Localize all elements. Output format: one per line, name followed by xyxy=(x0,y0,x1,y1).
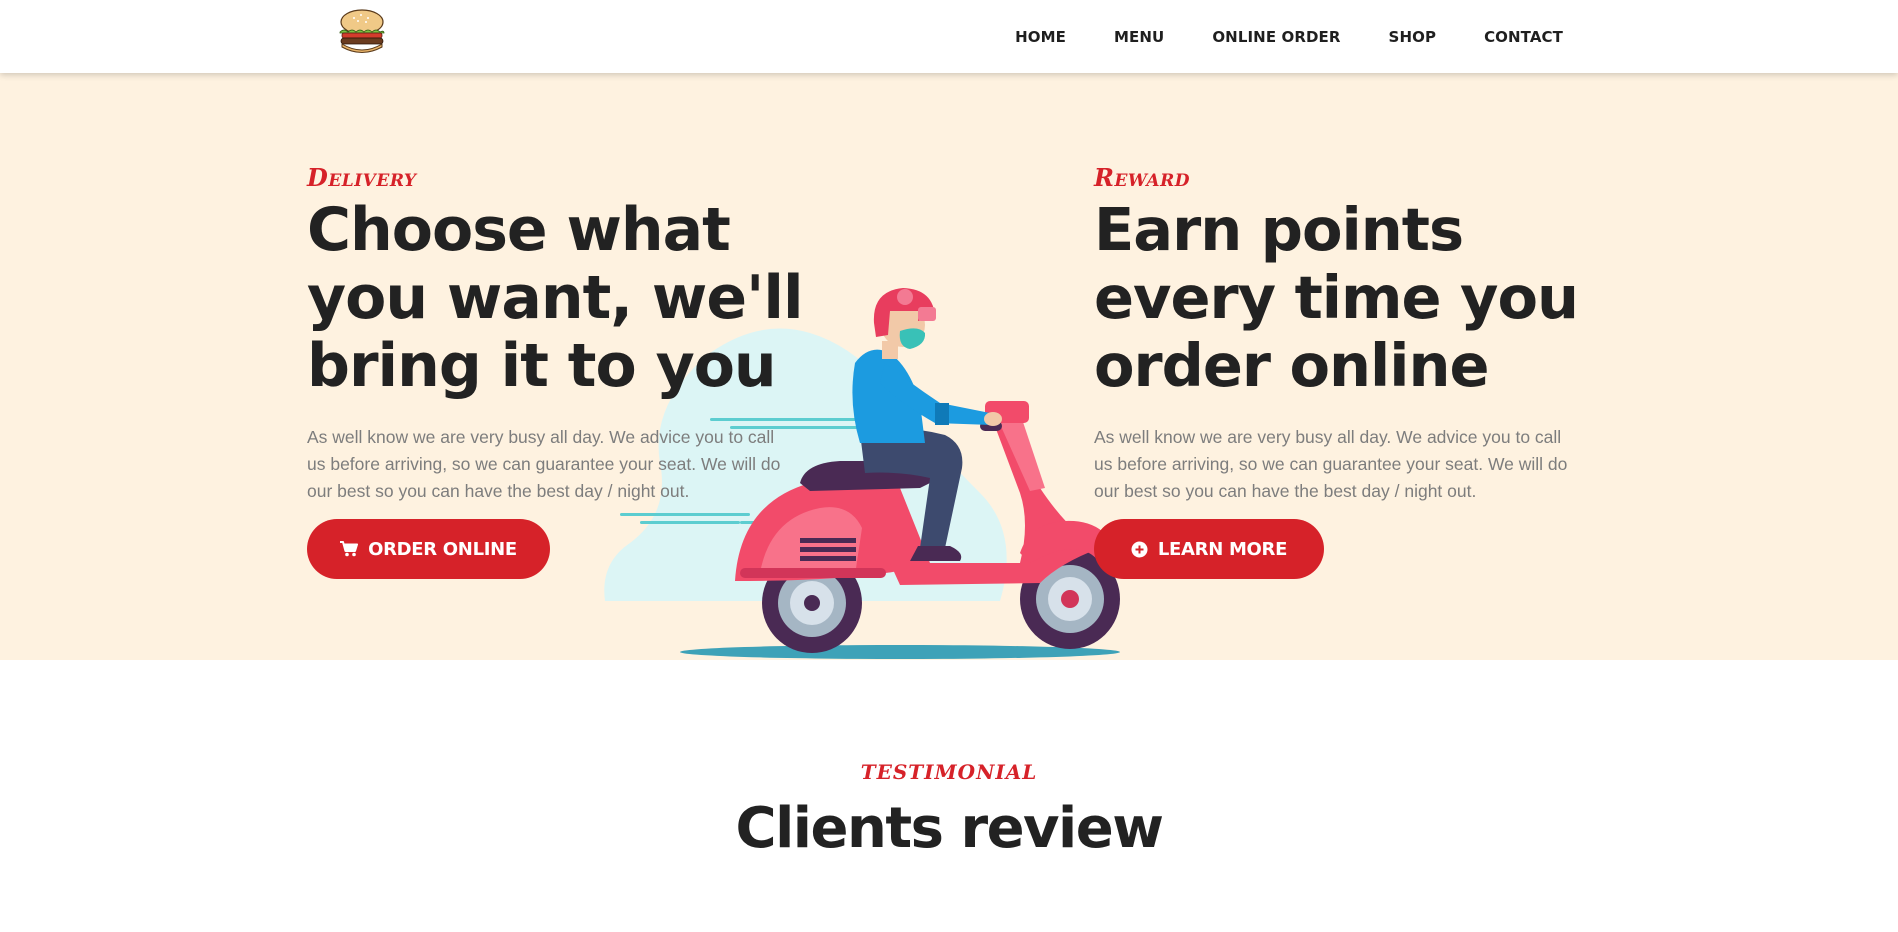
reward-headline-line2: every time you xyxy=(1094,263,1579,332)
reward-kicker: Reward xyxy=(1094,163,1190,192)
main-nav: HOME MENU ONLINE ORDER SHOP CONTACT xyxy=(1015,0,1563,73)
reward-headline-line1: Earn points xyxy=(1094,195,1464,264)
hero-section: Delivery Choose what you want, we'll bri… xyxy=(0,73,1898,660)
order-online-button[interactable]: ORDER ONLINE xyxy=(307,519,550,579)
reward-headline-line3: order online xyxy=(1094,331,1490,400)
delivery-column: Delivery Choose what you want, we'll bri… xyxy=(307,163,807,505)
learn-more-button[interactable]: LEARN MORE xyxy=(1094,519,1324,579)
reward-headline: Earn points every time you order online xyxy=(1094,196,1594,400)
plus-circle-icon xyxy=(1131,541,1148,557)
delivery-headline-line3: bring it to you xyxy=(307,331,777,401)
nav-shop[interactable]: SHOP xyxy=(1389,28,1437,46)
reward-column: Reward Earn points every time you order … xyxy=(1094,163,1594,505)
testimonial-title: Clients review xyxy=(735,796,1164,861)
testimonial-kicker: TESTIMONIAL xyxy=(860,760,1038,784)
nav-online-order[interactable]: ONLINE ORDER xyxy=(1212,28,1340,46)
burger-logo-icon[interactable] xyxy=(336,6,388,58)
nav-home[interactable]: HOME xyxy=(1015,28,1066,46)
delivery-headline-line1: Choose what xyxy=(307,195,731,265)
nav-menu[interactable]: MENU xyxy=(1114,28,1164,46)
order-online-label: ORDER ONLINE xyxy=(368,538,517,560)
reward-description: As well know we are very busy all day. W… xyxy=(1094,427,1568,501)
testimonial-section: TESTIMONIAL Clients review xyxy=(0,660,1898,932)
site-header: HOME MENU ONLINE ORDER SHOP CONTACT xyxy=(0,0,1898,73)
delivery-headline: Choose what you want, we'll bring it to … xyxy=(307,196,807,400)
delivery-description: As well know we are very busy all day. W… xyxy=(307,427,781,501)
cart-icon xyxy=(340,541,359,557)
delivery-kicker: Delivery xyxy=(307,163,417,192)
learn-more-label: LEARN MORE xyxy=(1157,538,1288,560)
nav-contact[interactable]: CONTACT xyxy=(1484,28,1563,46)
delivery-headline-line2: you want, we'll xyxy=(307,263,804,333)
